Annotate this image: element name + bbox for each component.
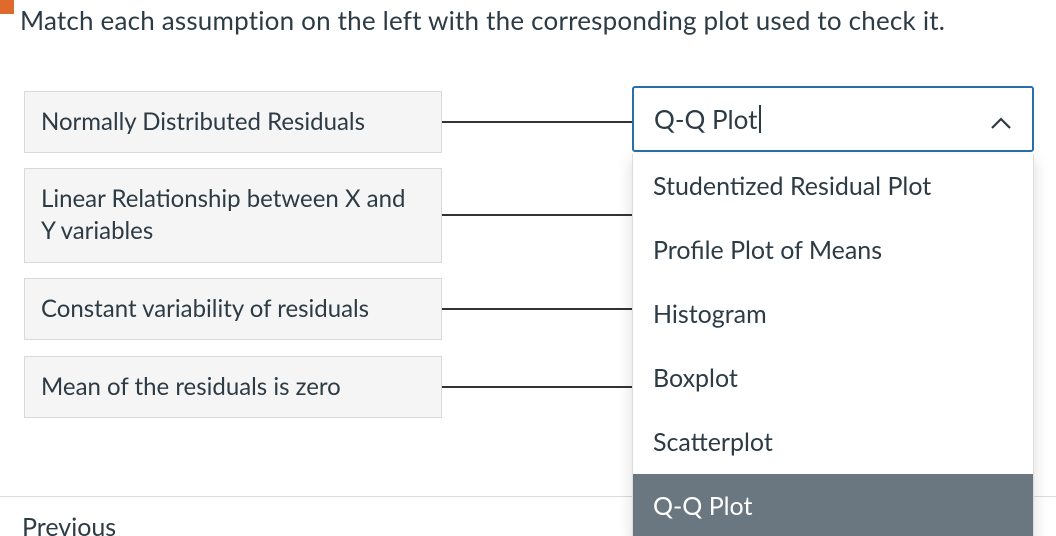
- assumption-item: Normally Distributed Residuals: [24, 91, 442, 153]
- dropdown-option[interactable]: Histogram: [633, 282, 1033, 346]
- previous-button[interactable]: Previous: [22, 512, 116, 536]
- assumption-item: Constant variability of residuals: [24, 278, 442, 340]
- connector-line: [442, 308, 632, 310]
- assumption-item: Linear Relationship between X and Y vari…: [24, 168, 442, 263]
- dropdown-option[interactable]: Scatterplot: [633, 410, 1033, 474]
- connector-line: [442, 386, 632, 388]
- accent-strip: [0, 0, 14, 14]
- dropdown-listbox: Studentized Residual Plot Profile Plot o…: [632, 154, 1034, 536]
- chevron-up-icon: [990, 104, 1012, 136]
- dropdown-open: Q-Q Plot Studentized Residual Plot Profi…: [632, 86, 1034, 536]
- dropdown-option[interactable]: Studentized Residual Plot: [633, 154, 1033, 218]
- dropdown-search-value: Q-Q Plot: [654, 103, 757, 135]
- text-cursor: [759, 105, 761, 133]
- assumption-item: Mean of the residuals is zero: [24, 356, 442, 418]
- dropdown-option[interactable]: Profile Plot of Means: [633, 218, 1033, 282]
- dropdown-option[interactable]: Q-Q Plot: [633, 474, 1033, 536]
- dropdown-combobox[interactable]: Q-Q Plot: [632, 86, 1034, 152]
- dropdown-option[interactable]: Boxplot: [633, 346, 1033, 410]
- connector-line: [442, 214, 632, 216]
- question-prompt: Match each assumption on the left with t…: [20, 4, 945, 36]
- matching-area: Normally Distributed Residuals Linear Re…: [24, 90, 1032, 433]
- connector-line: [442, 121, 632, 123]
